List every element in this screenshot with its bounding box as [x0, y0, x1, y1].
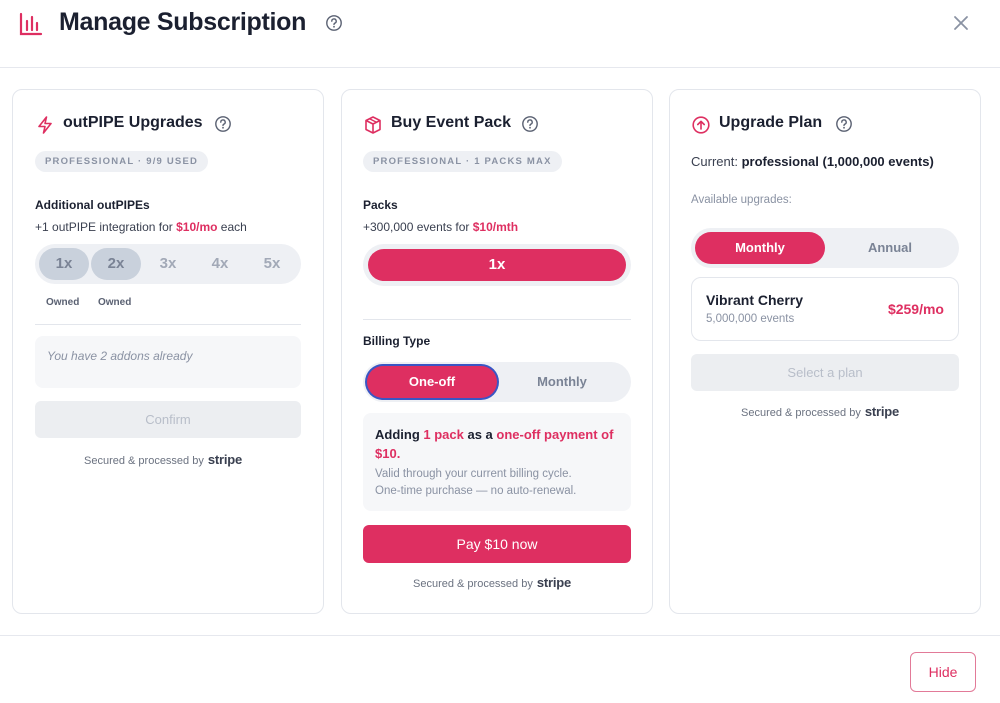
- available-upgrades-label: Available upgrades:: [691, 194, 792, 206]
- plan-price: $259/mo: [887, 301, 944, 317]
- plan-name: Vibrant Cherry: [706, 292, 803, 308]
- divider: [363, 319, 631, 320]
- arrow-up-circle-icon: [692, 116, 710, 134]
- quantity-option-2x[interactable]: 2x: [91, 248, 141, 280]
- pack-option-1x[interactable]: 1x: [368, 249, 626, 281]
- upgrade-plan-card: Upgrade Plan Current: professional (1,00…: [669, 89, 981, 614]
- cycle-annual-option[interactable]: Annual: [825, 232, 955, 264]
- current-plan-text: Current: professional (1,000,000 events): [691, 154, 934, 169]
- quantity-option-1x[interactable]: 1x: [39, 248, 89, 280]
- cycle-monthly-option[interactable]: Monthly: [695, 232, 825, 264]
- additional-outpipes-label: Additional outPIPEs: [35, 198, 150, 212]
- hide-button[interactable]: Hide: [910, 652, 976, 692]
- card-title: Upgrade Plan: [719, 114, 823, 131]
- bar-chart-icon: [19, 12, 43, 36]
- stripe-secured-note: Secured & processed by stripe: [84, 452, 243, 467]
- confirm-button[interactable]: Confirm: [35, 401, 301, 438]
- card-title: Buy Event Pack: [391, 114, 512, 131]
- outpipe-price-text: +1 outPIPE integration for $10/mo each: [35, 220, 247, 234]
- quantity-option-3x[interactable]: 3x: [143, 248, 193, 280]
- billing-one-off-option[interactable]: One-off: [367, 366, 497, 398]
- page-title: Manage Subscription: [59, 8, 307, 36]
- stripe-secured-note: Secured & processed by stripe: [741, 404, 900, 419]
- plan-option-card[interactable]: Vibrant Cherry 5,000,000 events $259/mo: [691, 277, 959, 341]
- summary-text: Adding 1 pack as a one-off payment of $1…: [375, 427, 614, 461]
- outpipe-upgrades-card: outPIPE Upgrades PROFESSIONAL · 9/9 USED…: [12, 89, 324, 614]
- help-icon[interactable]: [521, 115, 539, 133]
- pack-quantity-selector: 1x: [363, 244, 631, 286]
- billing-monthly-option[interactable]: Monthly: [497, 366, 627, 398]
- quantity-option-5x[interactable]: 5x: [247, 248, 297, 280]
- divider: [35, 324, 301, 325]
- summary-note: Valid through your current billing cycle…: [375, 468, 577, 497]
- card-title: outPIPE Upgrades: [63, 114, 203, 131]
- modal-header: Manage Subscription: [0, 0, 1000, 68]
- help-icon[interactable]: [214, 115, 232, 133]
- plan-events: 5,000,000 events: [706, 313, 795, 325]
- packs-label: Packs: [363, 198, 398, 212]
- package-icon: [365, 116, 381, 134]
- select-plan-button[interactable]: Select a plan: [691, 354, 959, 391]
- owned-label: Owned: [98, 297, 132, 308]
- stripe-secured-note: Secured & processed by stripe: [413, 575, 572, 590]
- quantity-option-4x[interactable]: 4x: [195, 248, 245, 280]
- purchase-summary: Adding 1 pack as a one-off payment of $1…: [363, 413, 631, 511]
- billing-type-label: Billing Type: [363, 334, 431, 348]
- help-icon[interactable]: [325, 14, 343, 32]
- plan-badge: PROFESSIONAL · 9/9 USED: [35, 151, 209, 172]
- stripe-logo: stripe: [536, 575, 572, 590]
- pay-now-button[interactable]: Pay $10 now: [363, 525, 631, 563]
- stripe-logo: stripe: [207, 452, 243, 467]
- addons-notice: You have 2 addons already: [35, 336, 301, 388]
- outpipe-quantity-selector: 1x 2x 3x 4x 5x: [35, 244, 301, 284]
- plan-badge: PROFESSIONAL · 1 PACKS MAX: [363, 151, 562, 172]
- billing-type-toggle: One-off Monthly: [363, 362, 631, 402]
- lightning-icon: [38, 116, 52, 134]
- owned-label: Owned: [46, 297, 80, 308]
- pack-price-text: +300,000 events for $10/mth: [363, 220, 519, 234]
- billing-cycle-toggle: Monthly Annual: [691, 228, 959, 268]
- buy-event-pack-card: Buy Event Pack PROFESSIONAL · 1 PACKS MA…: [341, 89, 653, 614]
- close-icon[interactable]: [951, 13, 971, 33]
- help-icon[interactable]: [835, 115, 853, 133]
- stripe-logo: stripe: [864, 404, 900, 419]
- footer-divider: [0, 635, 1000, 636]
